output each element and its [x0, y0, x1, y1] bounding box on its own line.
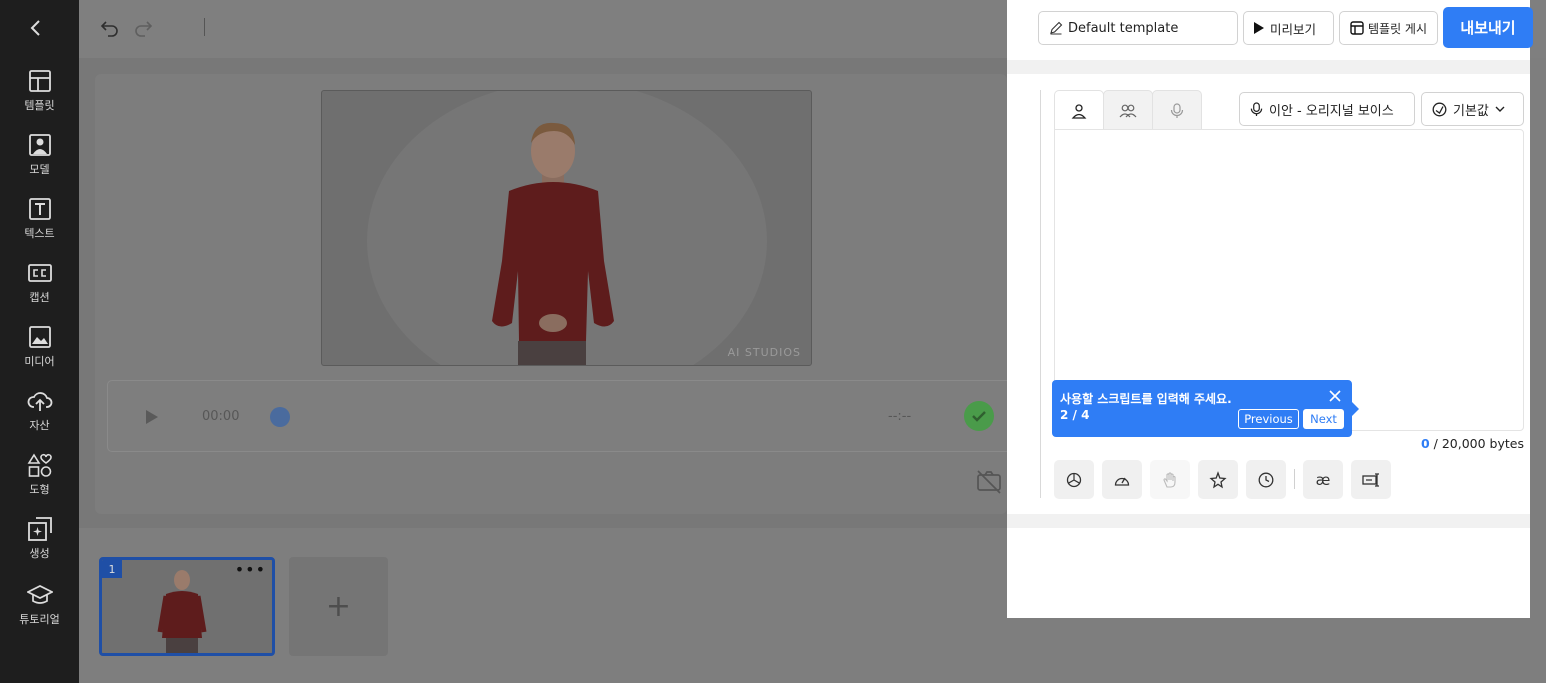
speedometer-icon [1114, 477, 1130, 486]
video-canvas[interactable]: AI STUDIOS [321, 90, 812, 366]
voice-select-button[interactable]: 이안 - 오리지널 보이스 [1239, 92, 1415, 126]
tooltip-message: 사용할 스크립트를 입력해 주세요. [1060, 392, 1232, 406]
preview-label: 미리보기 [1270, 21, 1317, 37]
model-icon [28, 134, 51, 156]
sidebar-item-label: 생성 [29, 547, 50, 560]
sidebar-item-label: 텍스트 [24, 227, 55, 240]
play-icon[interactable] [144, 409, 160, 425]
text-icon [28, 198, 51, 220]
pause-timing-button[interactable] [1246, 460, 1286, 499]
tab-multi-speaker[interactable] [1103, 90, 1153, 130]
sidebar-item-model[interactable]: 모델 [0, 132, 79, 188]
camera-off-icon[interactable] [975, 467, 1003, 495]
tooltip-step: 2 / 4 [1060, 408, 1090, 422]
left-sidebar: 템플릿 모델 텍스트 캡션 미디어 자산 도형 생성 튜토리얼 [0, 0, 79, 683]
gauge-icon [1432, 102, 1447, 116]
redo-icon[interactable] [133, 18, 153, 38]
sidebar-item-generate[interactable]: 생성 [0, 516, 79, 572]
onboarding-tooltip: 사용할 스크립트를 입력해 주세요. 2 / 4 Previous Next [1052, 380, 1359, 437]
sidebar-item-label: 템플릿 [24, 99, 55, 112]
sidebar-item-label: 자산 [29, 419, 50, 432]
sidebar-item-template[interactable]: 템플릿 [0, 68, 79, 124]
speed-button[interactable] [1102, 460, 1142, 499]
toolbar-divider [204, 18, 205, 36]
sidebar-item-label: 튜토리얼 [19, 613, 60, 626]
sparkle-star-icon [1209, 470, 1227, 488]
person-icon [1071, 103, 1087, 119]
tab-audio[interactable] [1152, 90, 1202, 130]
sidebar-item-caption[interactable]: 캡션 [0, 260, 79, 316]
upload-cloud-icon [27, 392, 52, 411]
back-icon[interactable] [22, 14, 50, 42]
microphone-icon [1250, 101, 1263, 116]
chevron-down-icon [1495, 106, 1505, 112]
sidebar-item-tutorial[interactable]: 튜토리얼 [0, 582, 79, 638]
style-label: 기본값 [1453, 103, 1489, 119]
hand-icon [1163, 471, 1176, 488]
ipa-icon: æ [1315, 470, 1331, 489]
preview-button[interactable]: 미리보기 [1243, 11, 1334, 45]
media-icon [28, 326, 51, 348]
text-cursor-icon [1362, 472, 1379, 487]
template-name-field[interactable]: Default template [1038, 11, 1238, 45]
voice-style-dropdown[interactable]: 기본값 [1421, 92, 1524, 126]
pencil-icon [1050, 21, 1063, 35]
openai-icon [1066, 472, 1082, 487]
divider-band [1007, 60, 1530, 74]
bytes-used: 0 [1420, 436, 1430, 451]
total-time: --:-- [888, 409, 912, 424]
post-template-label: 템플릿 게시 [1368, 21, 1428, 36]
post-template-button[interactable]: 템플릿 게시 [1339, 11, 1438, 45]
graduation-cap-icon [26, 585, 53, 604]
tooltip-next-button[interactable]: Next [1303, 409, 1344, 429]
people-icon [1119, 104, 1137, 117]
undo-icon[interactable] [100, 18, 120, 38]
bytes-limit: / 20,000 bytes [1433, 436, 1524, 451]
script-panel: Default template 미리보기 템플릿 게시 내보내기 이안 - 오… [1007, 0, 1533, 618]
sidebar-item-media[interactable]: 미디어 [0, 324, 79, 380]
ai-script-button[interactable] [1054, 460, 1094, 499]
vertical-divider [1040, 90, 1041, 498]
export-button[interactable]: 내보내기 [1443, 7, 1533, 48]
microphone-icon [1170, 102, 1184, 118]
sidebar-item-shapes[interactable]: 도형 [0, 452, 79, 508]
more-icon[interactable]: ••• [235, 560, 266, 579]
add-scene-button[interactable]: + [289, 557, 388, 656]
scene-thumbnail[interactable]: 1 ••• [99, 557, 275, 656]
sidebar-item-assets[interactable]: 자산 [0, 388, 79, 444]
close-icon[interactable] [1328, 389, 1342, 403]
play-icon [1254, 22, 1264, 34]
byte-counter: 0 / 20,000 bytes [1307, 436, 1524, 451]
avatar-presenter[interactable] [322, 91, 812, 366]
pronunciation-button[interactable]: æ [1303, 460, 1343, 499]
tab-single-speaker[interactable] [1054, 90, 1104, 130]
player-bar: 00:00 --:-- [107, 380, 1025, 452]
divider-band [1007, 514, 1530, 528]
scene-number: 1 [102, 560, 122, 578]
current-time: 00:00 [202, 409, 240, 424]
watermark: AI STUDIOS [727, 346, 801, 359]
template-icon [1350, 21, 1364, 35]
tooltip-previous-button[interactable]: Previous [1238, 409, 1299, 429]
ready-check-icon [964, 401, 994, 431]
effects-button[interactable] [1198, 460, 1238, 499]
sidebar-item-label: 미디어 [24, 355, 55, 368]
clock-icon [1258, 472, 1274, 487]
sidebar-item-label: 캡션 [29, 291, 50, 304]
generate-icon [27, 517, 52, 541]
sidebar-item-label: 모델 [29, 163, 50, 176]
caption-icon [27, 264, 52, 282]
text-replace-button[interactable] [1351, 460, 1391, 499]
shapes-icon [27, 453, 52, 477]
sidebar-item-text[interactable]: 텍스트 [0, 196, 79, 252]
template-icon [28, 70, 51, 92]
template-name: Default template [1068, 20, 1179, 36]
sidebar-item-label: 도형 [29, 483, 50, 496]
voice-label: 이안 - 오리지널 보이스 [1269, 103, 1394, 119]
seek-handle[interactable] [270, 407, 290, 427]
gesture-button[interactable] [1150, 460, 1190, 499]
tool-divider [1294, 469, 1295, 489]
